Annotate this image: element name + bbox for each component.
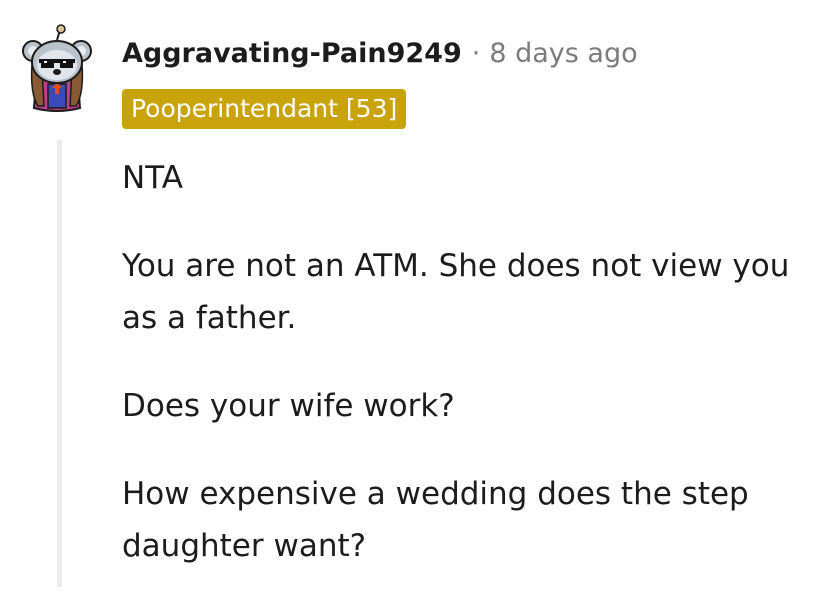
snoo-avatar-icon: [22, 24, 92, 112]
comment-header: Aggravating-Pain9249 · 8 days ago: [122, 38, 638, 69]
comment-paragraph: Does your wife work?: [122, 388, 455, 424]
comment-paragraph: How expensive a wedding does the step da…: [122, 476, 749, 564]
meta-separator: ·: [471, 38, 481, 69]
comment-body: NTA You are not an ATM. She does not vie…: [122, 152, 802, 608]
user-flair-badge: Pooperintendant [53]: [122, 89, 407, 129]
username-link[interactable]: Aggravating-Pain9249: [122, 38, 462, 69]
thread-line[interactable]: [57, 140, 62, 587]
timestamp-link[interactable]: 8 days ago: [489, 38, 637, 69]
comment-paragraph: You are not an ATM. She does not view yo…: [122, 248, 790, 336]
user-avatar[interactable]: [22, 24, 92, 114]
comment-paragraph: NTA: [122, 160, 183, 196]
